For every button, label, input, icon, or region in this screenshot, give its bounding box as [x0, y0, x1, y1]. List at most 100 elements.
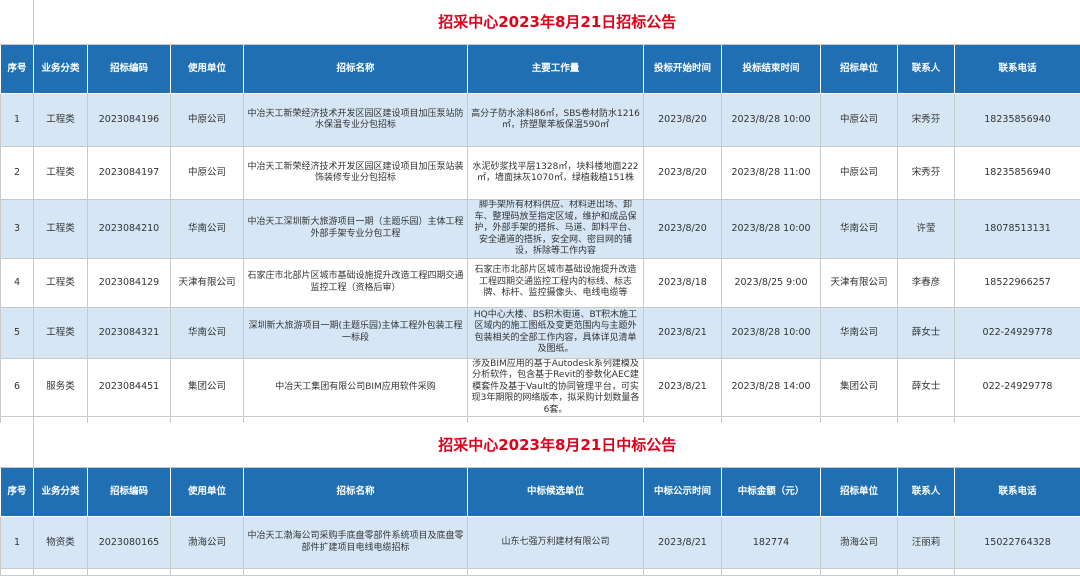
- empty-cell: [171, 569, 244, 576]
- cell-end-time: 2023/8/28 10:00: [722, 94, 821, 147]
- cell-user-unit: 渤海公司: [171, 517, 244, 569]
- cell-tender-name: 中冶天工新荣经济技术开发区园区建设项目加压泵站防水保温专业分包招标: [244, 94, 468, 147]
- cell-contact: 宋秀芬: [898, 147, 955, 200]
- cell-seq: 4: [1, 258, 34, 307]
- cell-contact: 薛女士: [898, 358, 955, 417]
- cell-seq: 2: [1, 147, 34, 200]
- cell-tender-unit: 中原公司: [821, 147, 898, 200]
- cell-code: 2023084196: [88, 94, 171, 147]
- cell-tender-name: 中冶天工深圳新大旅游项目一期（主题乐园）主体工程外部手架专业分包工程: [244, 200, 468, 259]
- cell-end-time: 2023/8/28 10:00: [722, 200, 821, 259]
- header-tender-name: 招标名称: [244, 45, 468, 94]
- cell-end-time: 2023/8/28 14:00: [722, 358, 821, 417]
- header-code: 招标编码: [88, 468, 171, 517]
- cell-workload: 石家庄市北部片区城市基础设施提升改造工程四期交通监控工程内的标线、标志牌、标杆、…: [468, 258, 644, 307]
- cell-seq: 1: [1, 94, 34, 147]
- cell-end-time: 2023/8/28 10:00: [722, 307, 821, 358]
- cell-code: 2023084210: [88, 200, 171, 259]
- header-start-time: 投标开始时间: [644, 45, 722, 94]
- cell-tender-name: 中冶天工渤海公司采购手底盘零部件系统项目及底盘零部件扩建项目电线电缆招标: [244, 517, 468, 569]
- award-header-row: 序号业务分类招标编码使用单位招标名称中标候选单位中标公示时间中标金额（元）招标单…: [1, 468, 1080, 517]
- award-title: 招采中心2023年8月21日中标公告: [34, 423, 1080, 468]
- table-row[interactable]: 3工程类2023084210华南公司中冶天工深圳新大旅游项目一期（主题乐园）主体…: [1, 200, 1080, 259]
- gutter-cell: [1, 0, 34, 45]
- cell-user-unit: 中原公司: [171, 147, 244, 200]
- cell-end-time: 182774: [722, 517, 821, 569]
- cell-start-time: 2023/8/20: [644, 94, 722, 147]
- empty-cell: [722, 569, 821, 576]
- cell-seq: 5: [1, 307, 34, 358]
- header-tender-unit: 招标单位: [821, 45, 898, 94]
- header-start-time: 中标公示时间: [644, 468, 722, 517]
- cell-tender-name: 石家庄市北部片区城市基础设施提升改造工程四期交通监控工程（资格后审）: [244, 258, 468, 307]
- cell-user-unit: 中原公司: [171, 94, 244, 147]
- header-code: 招标编码: [88, 45, 171, 94]
- gutter-cell: [1, 423, 34, 468]
- empty-cell: [898, 569, 955, 576]
- empty-cell: [644, 569, 722, 576]
- award-title-row: 招采中心2023年8月21日中标公告: [1, 423, 1080, 468]
- table-row[interactable]: 2工程类2023084197中原公司中冶天工新荣经济技术开发区园区建设项目加压泵…: [1, 147, 1080, 200]
- cell-phone: 18235856940: [955, 147, 1080, 200]
- tender-title-row: 招采中心2023年8月21日招标公告: [1, 0, 1080, 45]
- table-row[interactable]: 5工程类2023084321华南公司深圳新大旅游项目一期(主题乐园)主体工程外包…: [1, 307, 1080, 358]
- cell-code: 2023084129: [88, 258, 171, 307]
- table-row[interactable]: 4工程类2023084129天津有限公司石家庄市北部片区城市基础设施提升改造工程…: [1, 258, 1080, 307]
- cell-category: 服务类: [34, 358, 88, 417]
- cell-workload: 脚手架所有材料供应、材料进出场、卸车、整理码放至指定区域，维护和成品保护，外部手…: [468, 200, 644, 259]
- header-contact: 联系人: [898, 45, 955, 94]
- empty-cell: [468, 569, 644, 576]
- header-phone: 联系电话: [955, 468, 1080, 517]
- cell-user-unit: 华南公司: [171, 200, 244, 259]
- cell-tender-name: 中冶天工新荣经济技术开发区园区建设项目加压泵站装饰装修专业分包招标: [244, 147, 468, 200]
- cell-tender-unit: 华南公司: [821, 307, 898, 358]
- cell-code: 2023080165: [88, 517, 171, 569]
- header-seq: 序号: [1, 468, 34, 517]
- cell-start-time: 2023/8/20: [644, 200, 722, 259]
- announcement-sheet: 招采中心2023年8月21日招标公告序号业务分类招标编码使用单位招标名称主要工作…: [0, 0, 1080, 576]
- cell-phone: 18522966257: [955, 258, 1080, 307]
- cell-end-time: 2023/8/25 9:00: [722, 258, 821, 307]
- cell-tender-name: 中冶天工集团有限公司BIM应用软件采购: [244, 358, 468, 417]
- cell-start-time: 2023/8/18: [644, 258, 722, 307]
- cell-workload: 水泥砂浆找平层1328㎡，块料楼地面222㎡，墙面抹灰1070㎡，绿植栽植151…: [468, 147, 644, 200]
- cell-category: 工程类: [34, 147, 88, 200]
- cell-phone: 022-24929778: [955, 358, 1080, 417]
- cell-workload: 山东七强万利建材有限公司: [468, 517, 644, 569]
- table-row[interactable]: 1物资类2023080165渤海公司中冶天工渤海公司采购手底盘零部件系统项目及底…: [1, 517, 1080, 569]
- cell-tender-unit: 渤海公司: [821, 517, 898, 569]
- header-contact: 联系人: [898, 468, 955, 517]
- cell-tender-unit: 天津有限公司: [821, 258, 898, 307]
- cell-code: 2023084451: [88, 358, 171, 417]
- header-phone: 联系电话: [955, 45, 1080, 94]
- cell-user-unit: 天津有限公司: [171, 258, 244, 307]
- cell-category: 工程类: [34, 200, 88, 259]
- header-workload: 主要工作量: [468, 45, 644, 94]
- cell-category: 工程类: [34, 94, 88, 147]
- cell-start-time: 2023/8/21: [644, 358, 722, 417]
- cell-workload: 高分子防水涂料86㎡，SBS卷材防水1216㎡，挤塑聚苯板保温590㎡: [468, 94, 644, 147]
- cell-end-time: 2023/8/28 11:00: [722, 147, 821, 200]
- table-row[interactable]: 1工程类2023084196中原公司中冶天工新荣经济技术开发区园区建设项目加压泵…: [1, 94, 1080, 147]
- cell-code: 2023084321: [88, 307, 171, 358]
- cell-start-time: 2023/8/21: [644, 517, 722, 569]
- tender-title: 招采中心2023年8月21日招标公告: [34, 0, 1080, 45]
- cell-tender-unit: 华南公司: [821, 200, 898, 259]
- cell-contact: 汪丽莉: [898, 517, 955, 569]
- header-category: 业务分类: [34, 468, 88, 517]
- header-end-time: 投标结束时间: [722, 45, 821, 94]
- cell-workload: HQ中心大楼、BS积木街道、BT积木施工区域内的施工图纸及变更范围内与主题外包装…: [468, 307, 644, 358]
- header-tender-unit: 招标单位: [821, 468, 898, 517]
- empty-cell: [821, 569, 898, 576]
- cell-phone: 18235856940: [955, 94, 1080, 147]
- cell-contact: 许莹: [898, 200, 955, 259]
- cell-seq: 6: [1, 358, 34, 417]
- cell-contact: 薛女士: [898, 307, 955, 358]
- empty-cell: [244, 569, 468, 576]
- tender-header-row: 序号业务分类招标编码使用单位招标名称主要工作量投标开始时间投标结束时间招标单位联…: [1, 45, 1080, 94]
- table-row[interactable]: 6服务类2023084451集团公司中冶天工集团有限公司BIM应用软件采购涉及B…: [1, 358, 1080, 417]
- cell-start-time: 2023/8/20: [644, 147, 722, 200]
- cell-tender-name: 深圳新大旅游项目一期(主题乐园)主体工程外包装工程一标段: [244, 307, 468, 358]
- empty-cell: [88, 569, 171, 576]
- cell-phone: 18078513131: [955, 200, 1080, 259]
